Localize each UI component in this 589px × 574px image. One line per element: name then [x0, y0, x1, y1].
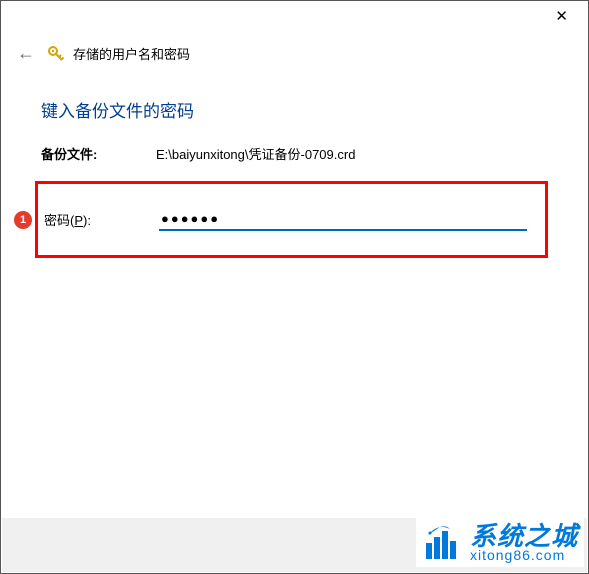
- dialog-title: 存储的用户名和密码: [73, 44, 190, 63]
- password-input-wrap: [159, 208, 527, 231]
- password-row: 密码(P):: [44, 208, 535, 231]
- watermark-text: 系统之城 xitong86.com: [470, 523, 578, 562]
- dialog-header: ← 存储的用户名和密码: [1, 33, 588, 67]
- watermark-main: 系统之城: [470, 523, 578, 549]
- dialog-window: ✕ ← 存储的用户名和密码 键入备份文件的密码 备份文件: E:\baiyunx…: [0, 0, 589, 574]
- step-marker: 1: [14, 211, 32, 229]
- password-input[interactable]: [159, 208, 527, 231]
- backup-file-label: 备份文件:: [41, 144, 156, 163]
- key-icon: [47, 45, 65, 63]
- close-icon[interactable]: ✕: [549, 7, 574, 25]
- instruction-heading: 键入备份文件的密码: [41, 97, 548, 122]
- highlight-box: 1 密码(P):: [35, 181, 548, 258]
- watermark-url: xitong86.com: [470, 548, 578, 562]
- backup-file-path: E:\baiyunxitong\凭证备份-0709.crd: [156, 144, 355, 163]
- back-arrow-icon[interactable]: ←: [17, 44, 35, 62]
- password-label: 密码(P):: [44, 210, 159, 229]
- watermark: 系统之城 xitong86.com: [416, 517, 584, 567]
- titlebar: ✕: [1, 1, 588, 33]
- dialog-content: 键入备份文件的密码 备份文件: E:\baiyunxitong\凭证备份-070…: [1, 67, 588, 258]
- backup-file-row: 备份文件: E:\baiyunxitong\凭证备份-0709.crd: [41, 144, 548, 163]
- watermark-logo-icon: [420, 521, 464, 564]
